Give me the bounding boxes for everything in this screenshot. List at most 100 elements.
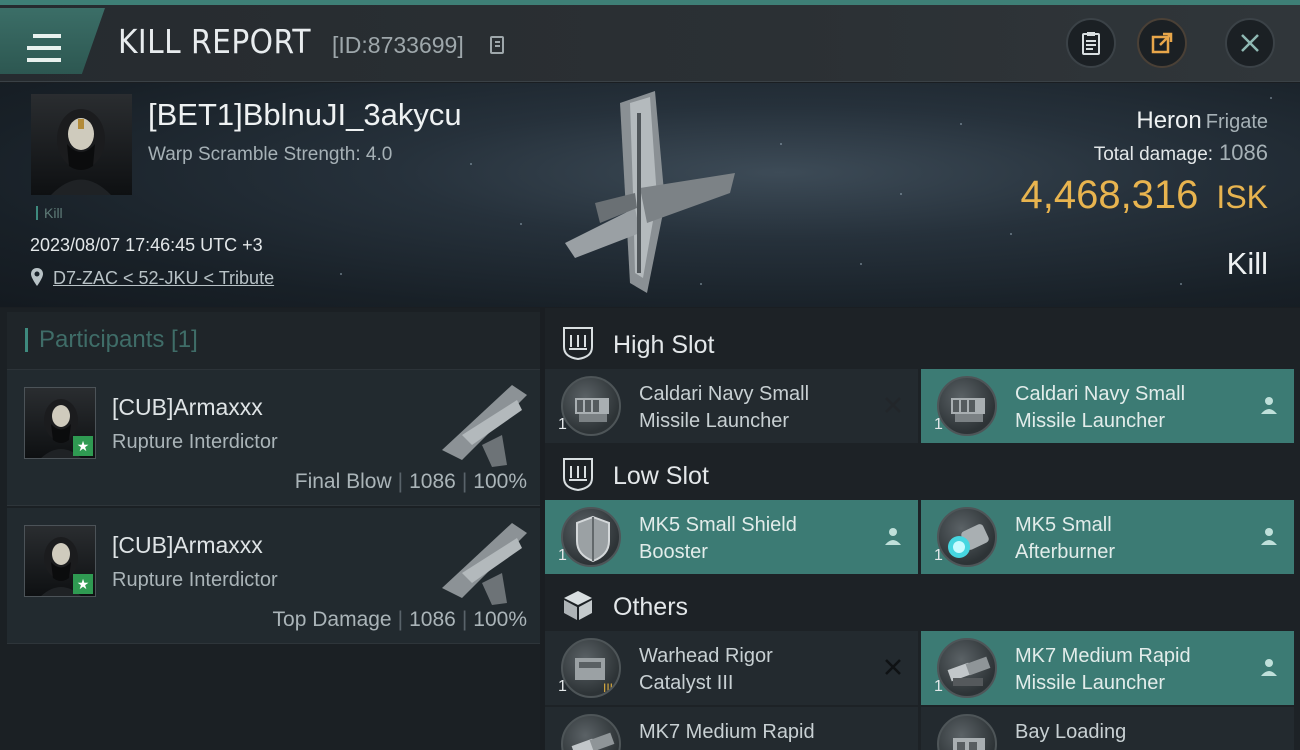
module-item[interactable]: 1 Caldari Navy Small Missile Launcher [545,369,918,443]
dropped-person-icon [1261,528,1277,545]
shield-booster-icon [561,507,621,567]
module-name-line1: Warhead Rigor [639,645,773,667]
module-name-line2: Missile Launcher [639,410,790,432]
participant-percent: 100% [473,470,527,493]
separator: | [461,608,468,631]
rapid-launcher-icon [561,714,621,750]
fittings-panel: High Slot 1 Caldari Navy Small Missile La… [545,308,1300,750]
warp-scramble-strength: Warp Scramble Strength: 4.0 [148,144,393,165]
participant-ship-render [442,523,527,605]
close-button[interactable] [1225,18,1275,68]
module-name-line1: Caldari Navy Small [639,383,810,405]
high-slot-icon [563,327,593,361]
dropped-person-icon [885,528,901,545]
corp-star-icon: ★ [73,436,93,456]
afterburner-icon [937,507,997,567]
others-header: Others [545,575,1300,635]
module-quantity: 1 [558,416,567,433]
svg-text:III: III [603,681,613,695]
module-quantity: 1 [934,678,943,695]
module-item[interactable]: 1 MK7 Medium Rapid Missile Launcher [921,631,1294,705]
kill-type: Kill [1226,246,1268,281]
participant-ship: Rupture Interdictor [112,569,278,591]
dropped-person-icon [1261,659,1277,676]
module-item[interactable]: 1 Caldari Navy Small Missile Launcher [921,369,1294,443]
participant-ship-render [442,385,527,467]
isk-amount: 4,468,316 [1020,173,1199,217]
total-damage: Total damage: 1086 [1094,140,1268,166]
high-slot-header: High Slot [545,313,1300,373]
module-name: Bay Loading [1015,719,1126,746]
participant-row[interactable]: ★ [CUB]Armaxxx Rupture Interdictor Final… [7,370,540,506]
victim-banner: [BET1]BblnuJI_3akycu Warp Scramble Stren… [0,83,1300,307]
participant-row[interactable]: ★ [CUB]Armaxxx Rupture Interdictor Top D… [7,508,540,644]
destroyed-x-icon [885,659,901,675]
module-name: Caldari Navy Small Missile Launcher [1015,381,1185,435]
module-item[interactable]: 1 MK5 Small Afterburner [921,500,1294,574]
module-item[interactable]: III 1 Warhead Rigor Catalyst III [545,631,918,705]
module-name-line1: MK5 Small [1015,514,1112,536]
participant-ship: Rupture Interdictor [112,431,278,453]
copy-id-icon[interactable] [490,36,504,54]
rig-icon: III [561,638,621,698]
clipboard-icon [1082,32,1100,55]
participant-stats: Top Damage | 1086 | 100% [273,608,527,632]
module-quantity: 1 [934,547,943,564]
separator: | [461,470,468,493]
high-slot-label: High Slot [613,331,715,359]
victim-portrait[interactable] [31,94,132,195]
module-name: MK5 Small Afterburner [1015,512,1115,566]
participant-percent: 100% [473,608,527,631]
separator: | [397,470,404,493]
kill-tag: Kill [36,206,63,220]
module-name: MK5 Small Shield Booster [639,512,797,566]
victim-ship-render [565,91,735,293]
participant-role: Final Blow [294,470,392,493]
isk-unit: ISK [1216,179,1268,215]
module-item[interactable]: MK7 Medium Rapid [545,707,918,750]
total-damage-value: 1086 [1219,140,1268,165]
module-name: Caldari Navy Small Missile Launcher [639,381,809,435]
isk-value: 4,468,316 ISK [1020,173,1268,218]
participant-role: Top Damage [272,608,392,631]
module-name-line1: MK7 Medium Rapid [1015,645,1191,667]
participant-avatar: ★ [24,525,96,597]
participants-header: Participants [1] [7,312,540,370]
module-quantity: 1 [558,678,567,695]
module-item[interactable]: 1 MK5 Small Shield Booster [545,500,918,574]
hamburger-menu-icon [27,34,61,62]
module-quantity: 1 [934,416,943,433]
participant-avatar: ★ [24,387,96,459]
missile-launcher-icon [937,376,997,436]
module-name-line1: MK5 Small Shield [639,514,797,536]
kill-location-link[interactable]: D7-ZAC < 52-JKU < Tribute [53,268,274,289]
dropped-person-icon [1261,397,1277,414]
victim-ship-name[interactable]: Heron Frigate [1136,107,1268,135]
corp-star-icon: ★ [73,574,93,594]
module-name-line2: Missile Launcher [1015,410,1166,432]
victim-pilot-name[interactable]: [BET1]BblnuJI_3akycu [148,97,462,133]
low-slot-icon [563,458,593,492]
clipboard-button[interactable] [1066,18,1116,68]
page-title: KILL REPORT [118,22,312,61]
total-damage-label: Total damage: [1093,144,1214,165]
missile-launcher-icon [561,376,621,436]
menu-button[interactable] [0,8,105,74]
share-button[interactable] [1137,18,1187,68]
module-name: MK7 Medium Rapid [639,719,815,746]
module-name-line2: Missile Launcher [1015,672,1166,694]
report-id: [ID:8733699] [332,32,464,58]
title-bar: KILL REPORT [ID:8733699] [0,0,1300,82]
low-slot-header: Low Slot [545,444,1300,504]
share-icon [1151,32,1173,54]
module-name-line2: Afterburner [1015,541,1116,563]
cargo-box-icon [564,591,592,620]
low-slot-label: Low Slot [613,462,709,490]
module-name-line2: Booster [639,541,708,563]
participant-name[interactable]: [CUB]Armaxxx [112,394,263,421]
module-item[interactable]: Bay Loading [921,707,1294,750]
module-name: MK7 Medium Rapid Missile Launcher [1015,643,1191,697]
participants-title: Participants [1] [25,328,198,352]
module-name-line2: Catalyst III [639,672,734,694]
participant-name[interactable]: [CUB]Armaxxx [112,532,263,559]
